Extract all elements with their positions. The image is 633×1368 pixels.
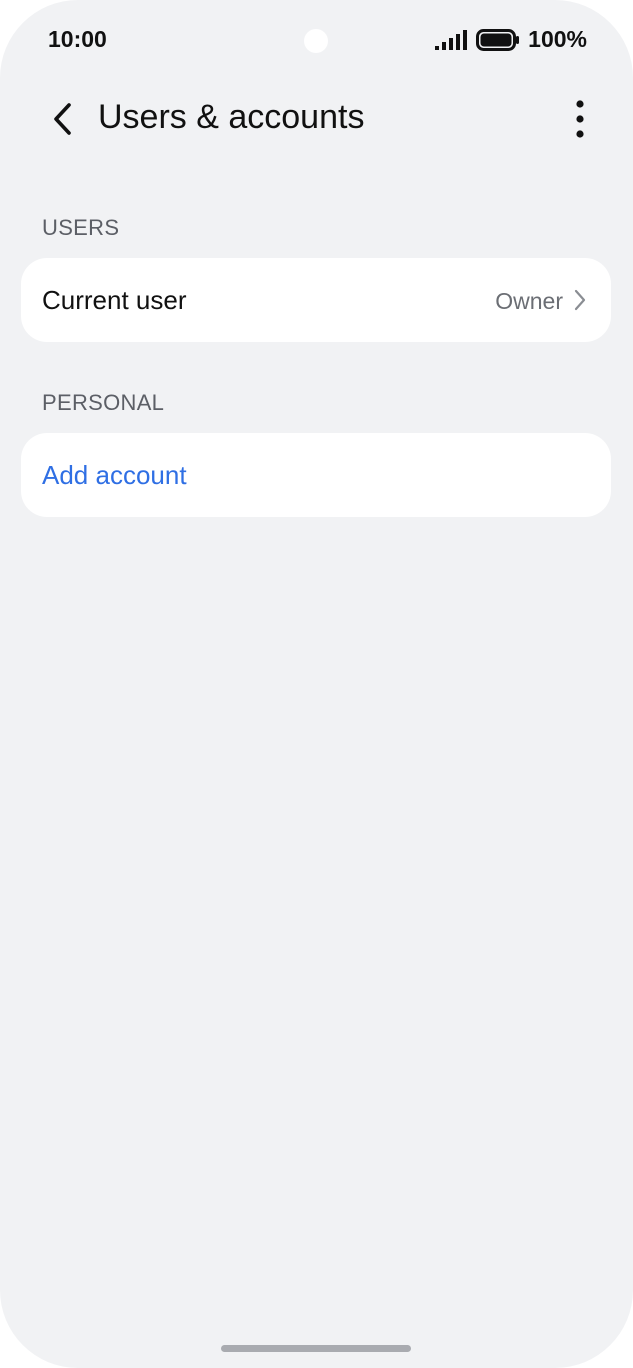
current-user-row[interactable]: Current user Owner (21, 258, 611, 342)
back-button[interactable] (38, 94, 88, 144)
section-label-users: USERS (42, 215, 120, 240)
phone-screen: 10:00 100% Users & accounts USERS Curren… (0, 0, 633, 1368)
chevron-right-icon (574, 289, 586, 311)
status-indicators: 100% (434, 26, 587, 53)
status-bar: 10:00 100% (0, 0, 633, 80)
current-user-label: Current user (42, 285, 187, 315)
more-vertical-icon (576, 100, 584, 138)
app-bar: Users & accounts (0, 84, 633, 154)
section-label-personal: PERSONAL (42, 390, 165, 415)
signal-icon (435, 29, 468, 50)
add-account-label: Add account (42, 460, 187, 490)
camera-cutout (304, 29, 328, 53)
battery-percentage: 100% (528, 26, 587, 52)
add-account-row[interactable]: Add account (21, 433, 611, 517)
status-time: 10:00 (48, 26, 107, 52)
current-user-value: Owner (495, 288, 563, 314)
home-indicator[interactable] (221, 1345, 411, 1352)
page-title: Users & accounts (98, 98, 365, 136)
more-options-button[interactable] (556, 94, 604, 144)
chevron-left-icon (54, 103, 71, 135)
battery-icon (476, 28, 520, 51)
